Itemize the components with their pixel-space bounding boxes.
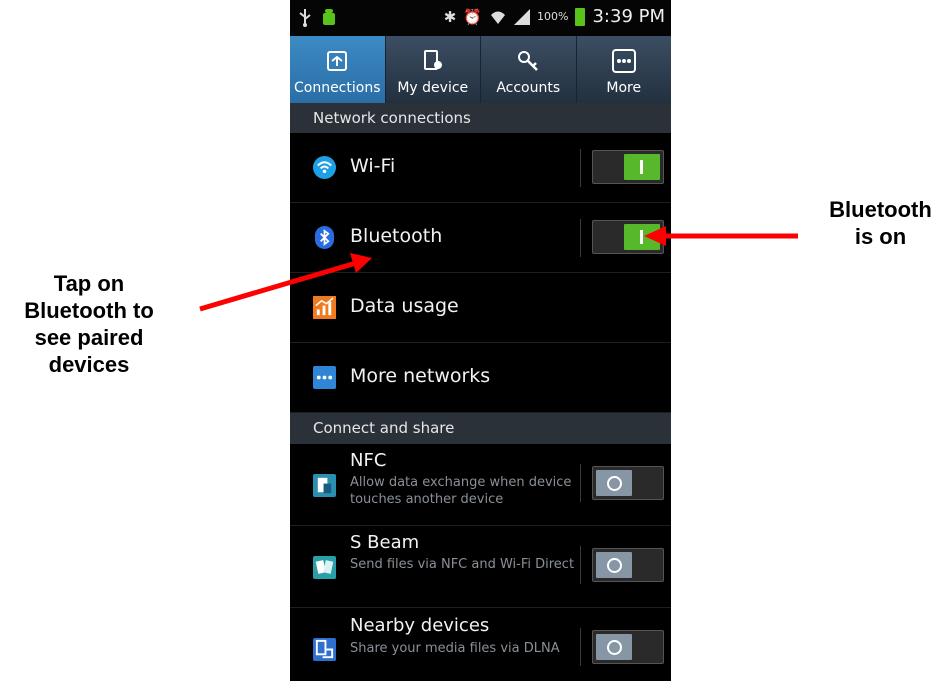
arrow-to-toggle [644,226,798,246]
arrow-to-bluetooth [199,253,372,312]
annotation-arrows [199,226,798,312]
